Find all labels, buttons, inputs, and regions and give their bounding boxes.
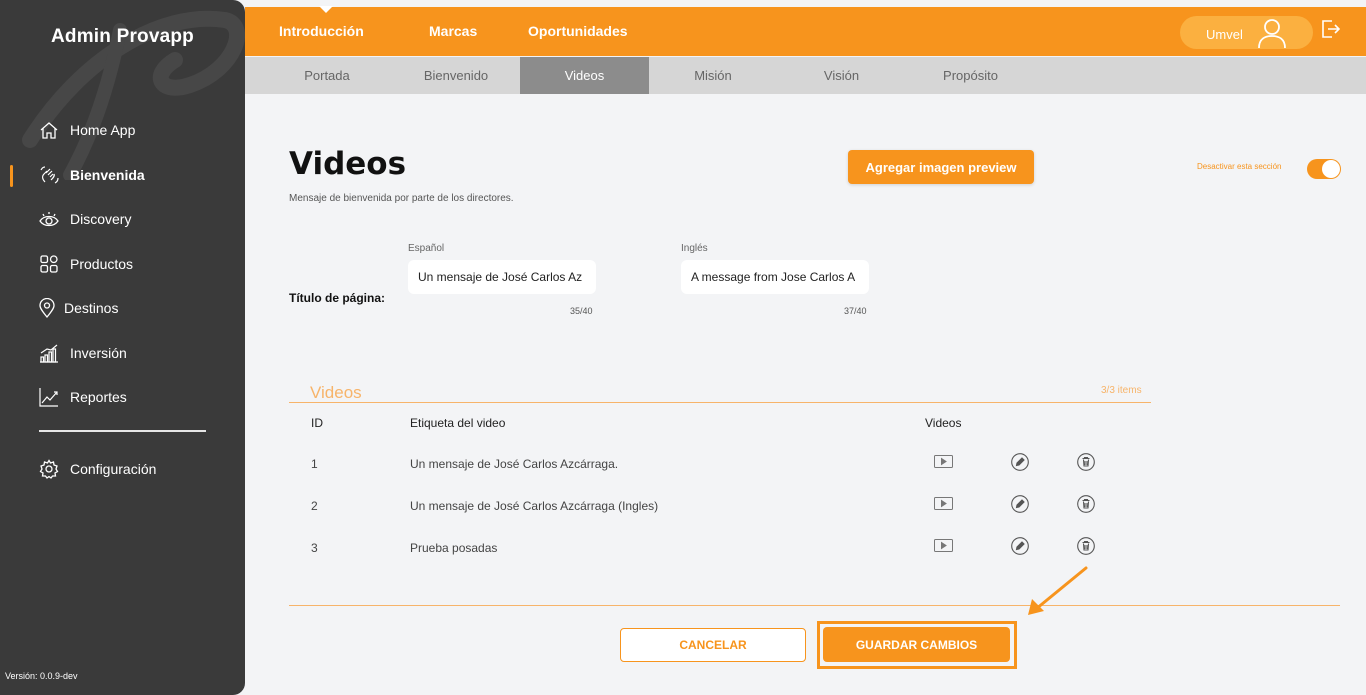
bar-chart-icon [38,342,60,364]
sidebar-item-label: Discovery [70,211,132,228]
tab-introduccion[interactable]: Introducción [279,23,364,39]
sidebar-item-inversion[interactable]: Inversión [0,331,245,376]
spanish-char-counter: 35/40 [570,306,593,316]
sidebar-item-label: Home App [70,122,136,139]
subtab-vision[interactable]: Visión [777,57,906,94]
row-id: 1 [311,457,318,471]
logout-icon[interactable] [1320,19,1341,44]
english-char-counter: 37/40 [844,306,867,316]
subtab-portada[interactable]: Portada [263,57,391,94]
row-label: Un mensaje de José Carlos Azcárraga. [410,457,619,471]
videos-section-title: Videos [310,383,362,402]
column-header-label: Etiqueta del video [410,416,506,430]
subtab-videos[interactable]: Videos [520,57,649,94]
edit-icon[interactable] [1011,537,1029,560]
sidebar-item-configuracion[interactable]: Configuración [0,447,245,492]
delete-icon[interactable] [1077,495,1095,518]
app-version: Versión: 0.0.9-dev [5,671,78,681]
sidebar-item-label: Destinos [64,300,119,317]
row-label: Un mensaje de José Carlos Azcárraga (Ing… [410,499,659,513]
play-video-icon[interactable] [934,539,953,557]
sidebar-item-home-app[interactable]: Home App [0,108,245,153]
sidebar-item-label: Configuración [70,461,157,478]
delete-icon[interactable] [1077,537,1095,560]
sidebar-item-discovery[interactable]: Discovery [0,197,245,242]
edit-icon[interactable] [1011,495,1029,518]
sidebar-item-productos[interactable]: Productos [0,242,245,287]
subtab-bienvenido[interactable]: Bienvenido [392,57,520,94]
sidebar-divider [39,430,206,432]
grid-icon [38,253,60,275]
home-icon [38,119,60,141]
add-preview-image-button[interactable]: Agregar imagen preview [848,150,1034,184]
sidebar-config: Configuración [0,447,245,492]
spanish-field-label: Español [408,243,445,254]
user-avatar-icon [1256,17,1288,54]
sidebar-item-label: Inversión [70,344,127,361]
videos-item-count: 3/3 items [1101,385,1142,396]
top-nav: Introducción Marcas Oportunidades Umvel [245,6,1366,56]
eye-icon [38,208,60,230]
tab-oportunidades[interactable]: Oportunidades [528,23,628,39]
page-title-label: Título de página: [289,291,385,305]
row-id: 2 [311,499,318,513]
subtab-proposito[interactable]: Propósito [906,57,1035,94]
wave-hand-icon [38,164,60,186]
app-brand: Admin Provapp [50,26,194,47]
section-divider [289,402,1151,403]
page-title: Videos [289,146,407,182]
user-menu[interactable]: Umvel [1180,16,1313,49]
delete-icon[interactable] [1077,453,1095,476]
location-pin-icon [36,297,58,319]
sidebar-item-bienvenida[interactable]: Bienvenida [0,153,245,198]
line-chart-icon [38,386,60,408]
sidebar-item-destinos[interactable]: Destinos [0,286,245,331]
column-header-id: ID [311,416,323,430]
sidebar-item-label: Productos [70,255,134,272]
sidebar-item-reportes[interactable]: Reportes [0,375,245,420]
active-tab-caret [319,6,333,13]
english-field-label: Inglés [681,243,708,254]
row-id: 3 [311,541,318,555]
tab-marcas[interactable]: Marcas [429,23,477,39]
sidebar-item-label: Bienvenida [70,166,145,183]
sidebar: Admin Provapp Home App Bienvenida Discov… [0,0,245,695]
section-toggle-label: Desactivar esta sección [1197,162,1282,171]
section-toggle[interactable] [1307,159,1341,179]
play-video-icon[interactable] [934,497,953,515]
english-title-input[interactable]: A message from Jose Carlos A [681,260,869,294]
page-subtitle: Mensaje de bienvenida por parte de los d… [289,193,514,204]
gear-icon [38,458,60,480]
footer-divider [289,605,1340,606]
spanish-title-input[interactable]: Un mensaje de José Carlos Az [408,260,596,294]
sidebar-nav: Home App Bienvenida Discovery Productos … [0,108,245,420]
play-video-icon[interactable] [934,455,953,473]
user-name: Umvel [1206,27,1243,42]
row-label: Prueba posadas [410,541,498,555]
sub-nav: Portada Bienvenido Videos Misión Visión … [245,57,1366,94]
column-header-videos: Videos [925,416,962,430]
save-changes-button[interactable]: GUARDAR CAMBIOS [823,627,1010,662]
annotation-arrow-icon [1028,566,1088,615]
subtab-mision[interactable]: Misión [649,57,777,94]
toggle-knob [1322,160,1340,178]
edit-icon[interactable] [1011,453,1029,476]
sidebar-item-label: Reportes [70,389,127,406]
cancel-button[interactable]: CANCELAR [620,628,806,662]
